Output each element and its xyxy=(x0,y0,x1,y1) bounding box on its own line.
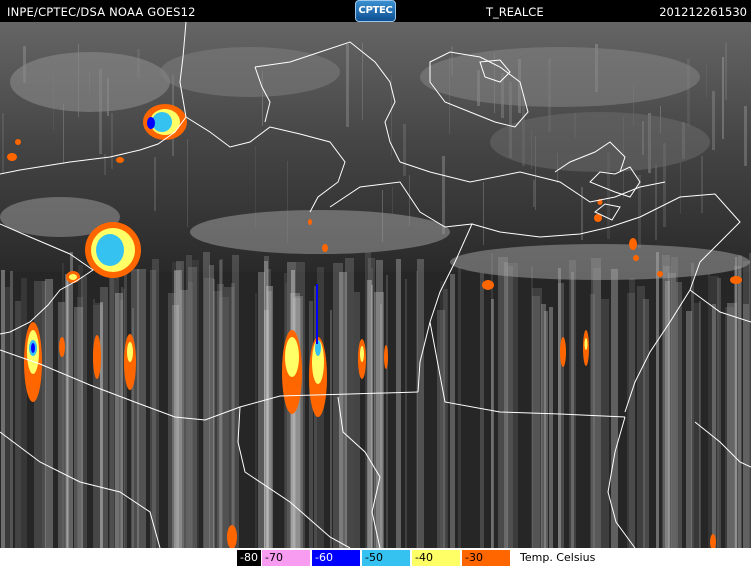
legend-swatch-minus-40: -40 xyxy=(412,550,460,566)
legend-label: -70 xyxy=(265,551,283,564)
legend-swatch-minus-30: -30 xyxy=(462,550,510,566)
satellite-imagery xyxy=(0,22,751,548)
legend-label: -40 xyxy=(415,551,433,564)
product-label: T_REALCE xyxy=(486,5,544,19)
temperature-legend: -80 -70 -60 -50 -40 -30 Temp. Celsius xyxy=(0,548,751,568)
legend-unit-label: Temp. Celsius xyxy=(520,551,596,564)
legend-swatch-minus-60: -60 xyxy=(312,550,360,566)
legend-label: -30 xyxy=(465,551,483,564)
legend-swatch-minus-70: -70 xyxy=(262,550,310,566)
legend-label: -60 xyxy=(315,551,333,564)
satellite-map xyxy=(0,22,751,548)
legend-label: -50 xyxy=(365,551,383,564)
timestamp-label: 201212261530 xyxy=(659,5,747,19)
legend-swatch-minus-80: -80 xyxy=(237,550,261,566)
legend-swatch-minus-50: -50 xyxy=(362,550,410,566)
legend-label: -80 xyxy=(240,551,258,564)
source-label: INPE/CPTEC/DSA NOAA GOES12 xyxy=(7,5,196,19)
cptec-logo: CPTEC xyxy=(355,0,396,22)
